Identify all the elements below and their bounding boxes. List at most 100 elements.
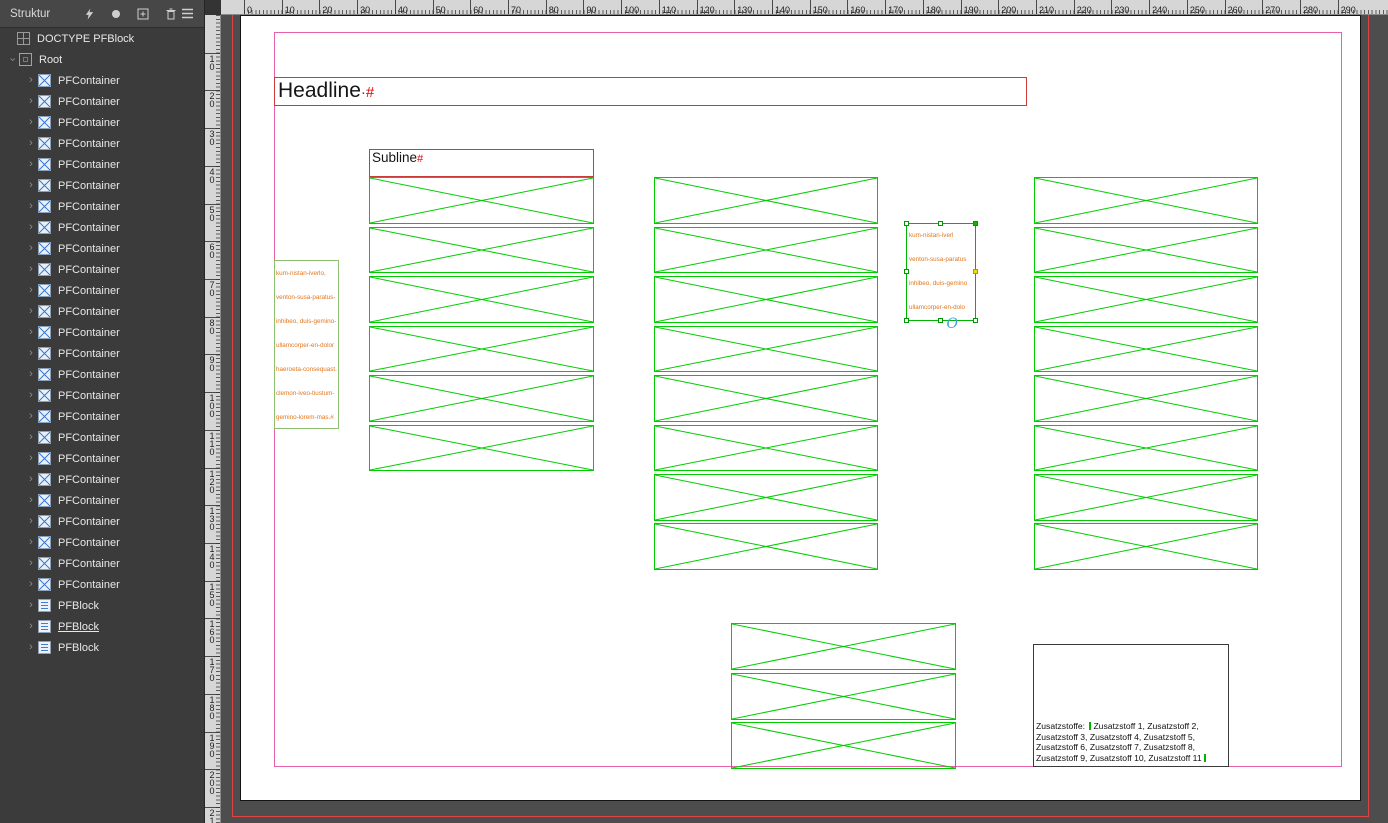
chevron-right-icon[interactable]: [24, 558, 38, 569]
chevron-right-icon[interactable]: [24, 390, 38, 401]
image-placeholder-frame[interactable]: [1034, 425, 1258, 471]
selection-handle[interactable]: [904, 269, 909, 274]
image-placeholder-frame[interactable]: [1034, 326, 1258, 372]
image-placeholder-frame[interactable]: [654, 474, 878, 521]
image-placeholder-frame[interactable]: [731, 623, 956, 670]
chevron-right-icon[interactable]: [24, 495, 38, 506]
left-text-frame[interactable]: kum-nistan-iverlo,venton-susa-paratus-in…: [274, 260, 339, 429]
chevron-right-icon[interactable]: [24, 432, 38, 443]
tree-item-block-27[interactable]: PFBlock: [0, 595, 204, 616]
chevron-right-icon[interactable]: [24, 243, 38, 254]
selection-handle[interactable]: [938, 318, 943, 323]
tree-item-container-16[interactable]: PFContainer: [0, 364, 204, 385]
selection-handle[interactable]: [904, 318, 909, 323]
tree-item-container-13[interactable]: PFContainer: [0, 301, 204, 322]
tree-item-container-7[interactable]: PFContainer: [0, 175, 204, 196]
document-page[interactable]: Headline·# Subline# kum-nistan-iverlo,ve…: [240, 15, 1361, 801]
image-placeholder-frame[interactable]: [654, 276, 878, 323]
image-placeholder-frame[interactable]: [654, 523, 878, 570]
image-placeholder-frame[interactable]: [1034, 523, 1258, 570]
headline-text-frame[interactable]: Headline·#: [274, 77, 1027, 106]
selection-handle[interactable]: [973, 318, 978, 323]
image-placeholder-frame[interactable]: [654, 177, 878, 224]
image-placeholder-frame[interactable]: [369, 227, 594, 273]
image-placeholder-frame[interactable]: [1034, 177, 1258, 224]
chevron-right-icon[interactable]: [24, 285, 38, 296]
chevron-right-icon[interactable]: [24, 537, 38, 548]
chevron-right-icon[interactable]: [24, 159, 38, 170]
tree-item-container-8[interactable]: PFContainer: [0, 196, 204, 217]
chevron-right-icon[interactable]: [5, 54, 19, 65]
record-icon[interactable]: [111, 9, 121, 19]
tree-item-container-14[interactable]: PFContainer: [0, 322, 204, 343]
menu-icon[interactable]: [181, 8, 194, 19]
tree-item-container-3[interactable]: PFContainer: [0, 91, 204, 112]
selection-handle-active[interactable]: [973, 269, 978, 274]
tree-item-root-1[interactable]: Root: [0, 49, 204, 70]
image-placeholder-frame[interactable]: [654, 375, 878, 422]
chevron-right-icon[interactable]: [24, 222, 38, 233]
chevron-right-icon[interactable]: [24, 180, 38, 191]
chevron-right-icon[interactable]: [24, 348, 38, 359]
subline-text-frame[interactable]: Subline#: [369, 149, 594, 177]
document-canvas[interactable]: Headline·# Subline# kum-nistan-iverlo,ve…: [221, 15, 1388, 823]
tree-item-container-4[interactable]: PFContainer: [0, 112, 204, 133]
chevron-right-icon[interactable]: [24, 579, 38, 590]
chevron-right-icon[interactable]: [24, 516, 38, 527]
tree-item-container-12[interactable]: PFContainer: [0, 280, 204, 301]
delete-icon[interactable]: [165, 8, 177, 20]
tree-item-container-15[interactable]: PFContainer: [0, 343, 204, 364]
chevron-right-icon[interactable]: [24, 306, 38, 317]
chevron-right-icon[interactable]: [24, 369, 38, 380]
tree-item-container-25[interactable]: PFContainer: [0, 553, 204, 574]
chevron-right-icon[interactable]: [24, 642, 38, 653]
tree-item-block-29[interactable]: PFBlock: [0, 637, 204, 658]
chevron-right-icon[interactable]: [24, 138, 38, 149]
image-placeholder-frame[interactable]: [369, 326, 594, 372]
tree-item-container-18[interactable]: PFContainer: [0, 406, 204, 427]
image-placeholder-frame[interactable]: [1034, 474, 1258, 521]
chevron-right-icon[interactable]: [24, 453, 38, 464]
tree-item-block-28[interactable]: PFBlock: [0, 616, 204, 637]
tree-item-container-23[interactable]: PFContainer: [0, 511, 204, 532]
image-placeholder-frame[interactable]: [654, 227, 878, 273]
tree-item-container-2[interactable]: PFContainer: [0, 70, 204, 91]
tree-item-container-21[interactable]: PFContainer: [0, 469, 204, 490]
tree-item-container-11[interactable]: PFContainer: [0, 259, 204, 280]
tree-item-container-10[interactable]: PFContainer: [0, 238, 204, 259]
image-placeholder-frame[interactable]: [731, 673, 956, 720]
image-placeholder-frame[interactable]: [1034, 276, 1258, 323]
chevron-right-icon[interactable]: [24, 201, 38, 212]
chevron-right-icon[interactable]: [24, 264, 38, 275]
image-placeholder-frame[interactable]: [1034, 227, 1258, 273]
tree-item-container-26[interactable]: PFContainer: [0, 574, 204, 595]
image-placeholder-frame[interactable]: [654, 425, 878, 471]
selection-handle[interactable]: [973, 221, 978, 226]
tree-item-doctype-0[interactable]: DOCTYPE PFBlock: [0, 28, 204, 49]
selected-text-frame[interactable]: kum-nistan-iverlventon-susa-paratusinhib…: [906, 223, 976, 321]
tree-item-container-5[interactable]: PFContainer: [0, 133, 204, 154]
selection-handle[interactable]: [938, 221, 943, 226]
image-placeholder-frame[interactable]: [369, 375, 594, 422]
chevron-right-icon[interactable]: [24, 327, 38, 338]
image-placeholder-frame[interactable]: [369, 276, 594, 323]
chevron-right-icon[interactable]: [24, 600, 38, 611]
chevron-right-icon[interactable]: [24, 411, 38, 422]
chevron-right-icon[interactable]: [24, 96, 38, 107]
chevron-right-icon[interactable]: [24, 474, 38, 485]
add-block-icon[interactable]: [137, 8, 149, 20]
tree-item-container-20[interactable]: PFContainer: [0, 448, 204, 469]
image-placeholder-frame[interactable]: [731, 722, 956, 769]
tree-item-container-17[interactable]: PFContainer: [0, 385, 204, 406]
selection-handle[interactable]: [904, 221, 909, 226]
image-placeholder-frame[interactable]: [369, 177, 594, 224]
image-placeholder-frame[interactable]: [654, 326, 878, 372]
flash-icon[interactable]: [84, 8, 95, 20]
tree-item-container-19[interactable]: PFContainer: [0, 427, 204, 448]
chevron-right-icon[interactable]: [24, 621, 38, 632]
tree-item-container-9[interactable]: PFContainer: [0, 217, 204, 238]
tree-item-container-6[interactable]: PFContainer: [0, 154, 204, 175]
additives-text-frame[interactable]: Zusatzstoffe: Zusatzstoff 1, Zusatzstoff…: [1033, 644, 1229, 767]
chevron-right-icon[interactable]: [24, 117, 38, 128]
tree-item-container-24[interactable]: PFContainer: [0, 532, 204, 553]
